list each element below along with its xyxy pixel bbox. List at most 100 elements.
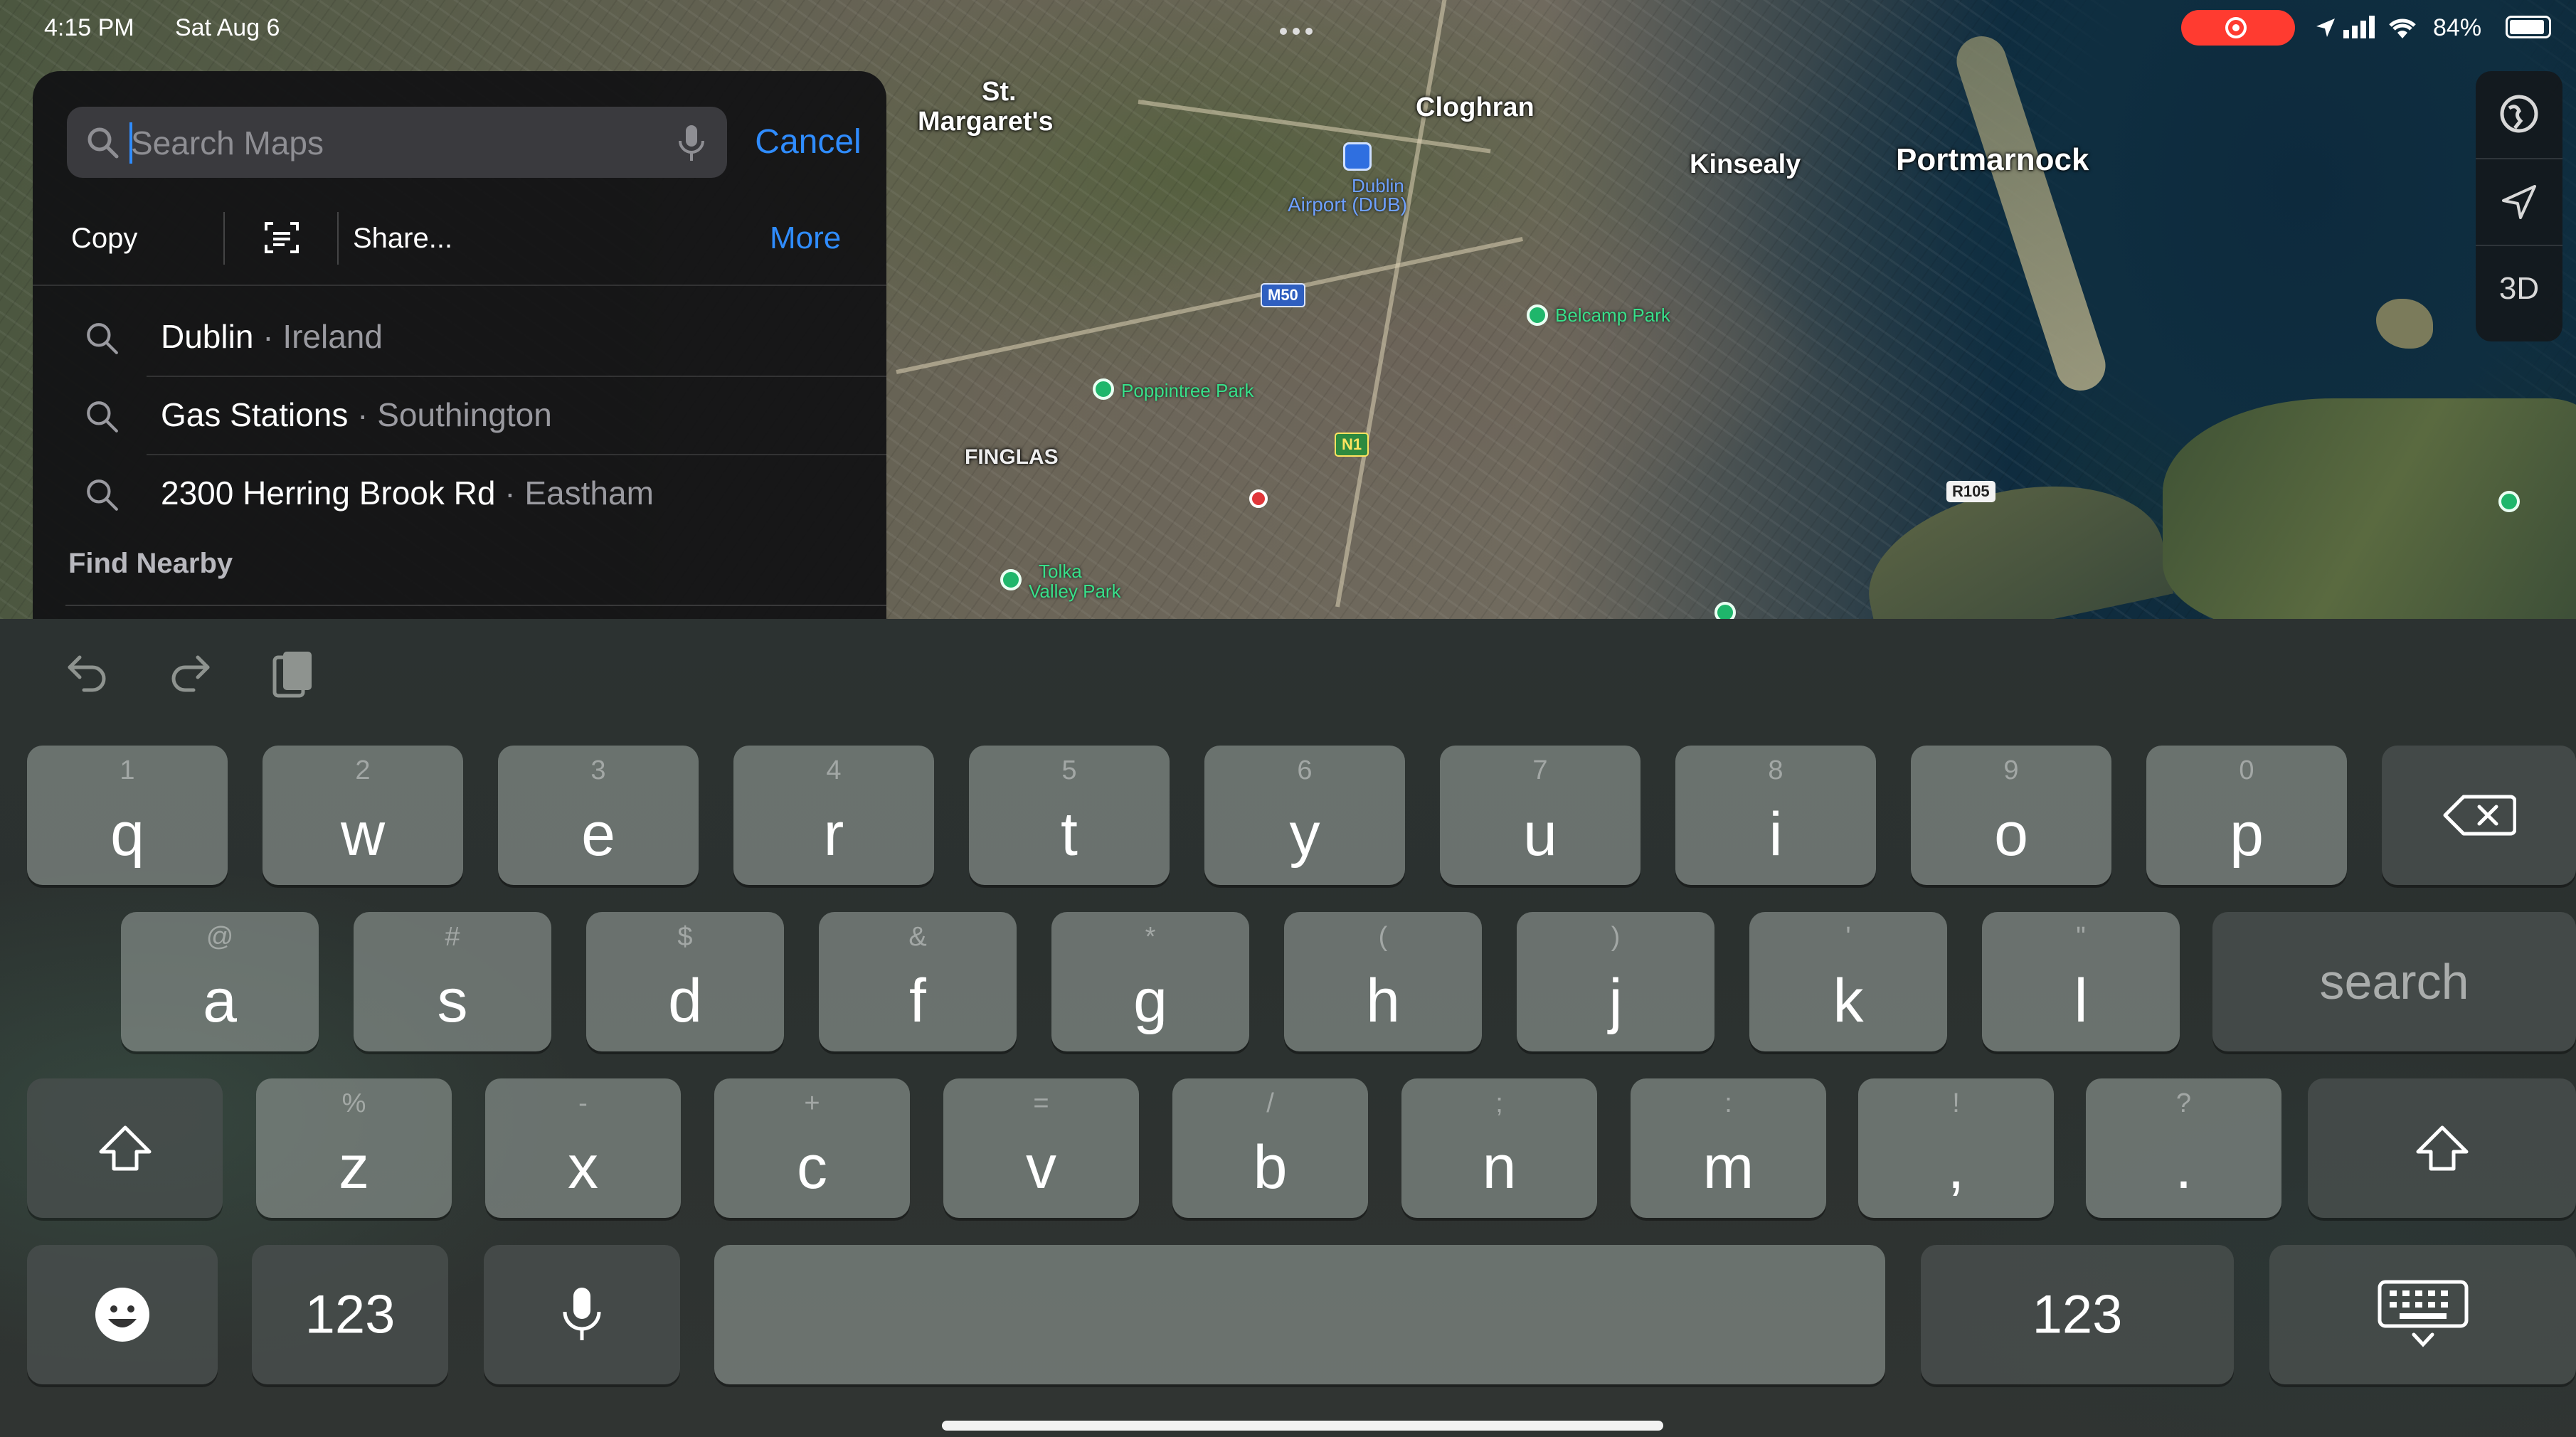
key-label: j [1608,967,1623,1035]
key-u[interactable]: 7u [1440,746,1641,885]
location-pin[interactable] [1249,489,1268,508]
poi-poppintree-park-marker[interactable] [1093,378,1114,400]
scan-text-menu-item[interactable] [230,192,337,285]
location-services-icon [2316,18,2335,37]
key-e[interactable]: 3e [498,746,699,885]
wifi-icon [2389,18,2416,38]
search-input[interactable]: Search Maps [67,107,727,178]
search-icon [88,127,119,159]
key-b[interactable]: / b [1172,1078,1368,1218]
key-l[interactable]: " l [1982,912,2180,1051]
dictation-mic-icon[interactable] [677,122,706,164]
recent-search-text: Dublin · Ireland [161,317,383,356]
battery-percentage: 84% [2433,14,2482,41]
recent-search-title: 2300 Herring Brook Rd [161,474,496,511]
search-key-label: search [2319,954,2469,1009]
key-t[interactable]: 5t [969,746,1170,885]
paste-icon[interactable] [267,647,317,700]
key-c[interactable]: + c [714,1078,910,1218]
key-label: x [568,1133,598,1202]
recent-search-dublin[interactable]: Dublin · Ireland [33,299,886,377]
more-menu-item[interactable]: More [770,192,841,285]
key-h[interactable]: (h [1284,912,1482,1051]
key-q[interactable]: 1q [27,746,228,885]
multitasking-handle[interactable] [1277,26,1315,38]
cellular-signal-icon [2343,16,2375,38]
key-label: m [1702,1133,1754,1202]
map-mode-button[interactable] [2476,71,2562,157]
key-g[interactable]: * g [1051,912,1249,1051]
map-label-finglas[interactable]: FINGLAS [965,445,1059,470]
recent-search-text: Gas Stations · Southington [161,396,552,434]
airport-label-2: Airport (DUB) [1288,193,1408,216]
home-indicator[interactable] [942,1421,1663,1431]
dismiss-keyboard-key[interactable] [2269,1245,2576,1384]
key-y[interactable]: 6y [1204,746,1405,885]
key-f[interactable]: & f [819,912,1017,1051]
screen-recording-indicator[interactable] [2181,10,2295,46]
key-d[interactable]: $ d [586,912,784,1051]
backspace-key[interactable] [2382,746,2576,885]
poi-tolka-park-marker[interactable] [1000,569,1022,590]
shift-key-right[interactable] [2308,1078,2576,1218]
key-j[interactable]: ) j [1517,912,1714,1051]
recent-search-title: Dublin [161,318,254,355]
map-label-cloghran[interactable]: Cloghran [1416,92,1535,123]
poi-marker[interactable] [1714,602,1736,619]
key-a[interactable]: @ a [121,912,319,1051]
key-alt-label: ( [1378,922,1388,952]
map-label-kinsealy[interactable]: Kinsealy [1690,149,1801,180]
key-comma[interactable]: !, [1858,1078,2054,1218]
cancel-button[interactable]: Cancel [730,114,886,171]
shift-icon [2416,1125,2468,1171]
key-o[interactable]: 9o [1911,746,2111,885]
poi-poppintree-park-label: Poppintree Park [1121,380,1254,401]
3d-button[interactable]: 3D [2476,245,2562,332]
key-label: v [1026,1133,1056,1202]
undo-icon[interactable] [63,647,112,697]
key-p[interactable]: 0p [2146,746,2347,885]
numbers-key-right[interactable]: 123 [1921,1245,2234,1384]
key-alt-label: * [1145,922,1156,952]
airport-icon [1343,142,1372,171]
recent-search-herring-brook[interactable]: 2300 Herring Brook Rd · Eastham [33,455,886,534]
key-period[interactable]: ?. [2086,1078,2281,1218]
key-alt-label: 6 [1297,755,1313,785]
copy-menu-item[interactable]: Copy [71,192,137,285]
key-alt-label: # [445,922,460,952]
key-w[interactable]: 2w [263,746,463,885]
shift-key-left[interactable] [27,1078,223,1218]
poi-belcamp-park-marker[interactable] [1527,304,1548,326]
key-i[interactable]: 8i [1675,746,1876,885]
numbers-key-left[interactable]: 123 [252,1245,448,1384]
key-v[interactable]: = v [943,1078,1139,1218]
search-icon [87,323,118,354]
key-x[interactable]: -x [485,1078,681,1218]
search-key[interactable]: search [2212,912,2576,1051]
poi-marker[interactable] [2498,491,2520,512]
share-menu-item[interactable]: Share... [353,192,452,285]
key-k[interactable]: ' k [1749,912,1947,1051]
location-arrow-icon [2502,185,2536,219]
recent-search-gas-stations[interactable]: Gas Stations · Southington [33,377,886,455]
recent-search-text: 2300 Herring Brook Rd · Eastham [161,474,654,512]
key-z[interactable]: % z [256,1078,452,1218]
space-bar[interactable] [714,1245,1885,1384]
map-label-portmarnock[interactable]: Portmarnock [1896,142,2089,178]
key-r[interactable]: 4r [733,746,934,885]
emoji-key[interactable] [27,1245,218,1384]
map-label-st-margarets[interactable]: St. Margaret's [918,77,1054,137]
dictation-key[interactable] [484,1245,680,1384]
key-label: u [1523,800,1557,869]
key-alt-label: ; [1495,1088,1503,1118]
key-m[interactable]: :m [1631,1078,1826,1218]
key-alt-label: ' [1845,922,1851,952]
key-alt-label: 7 [1532,755,1548,785]
key-label: t [1061,800,1078,869]
key-n[interactable]: ; n [1401,1078,1597,1218]
key-alt-label: ? [2175,1088,2192,1118]
redo-icon[interactable] [165,647,215,697]
track-location-button[interactable] [2476,158,2562,245]
key-alt-label: 1 [120,755,135,785]
key-s[interactable]: # s [354,912,551,1051]
